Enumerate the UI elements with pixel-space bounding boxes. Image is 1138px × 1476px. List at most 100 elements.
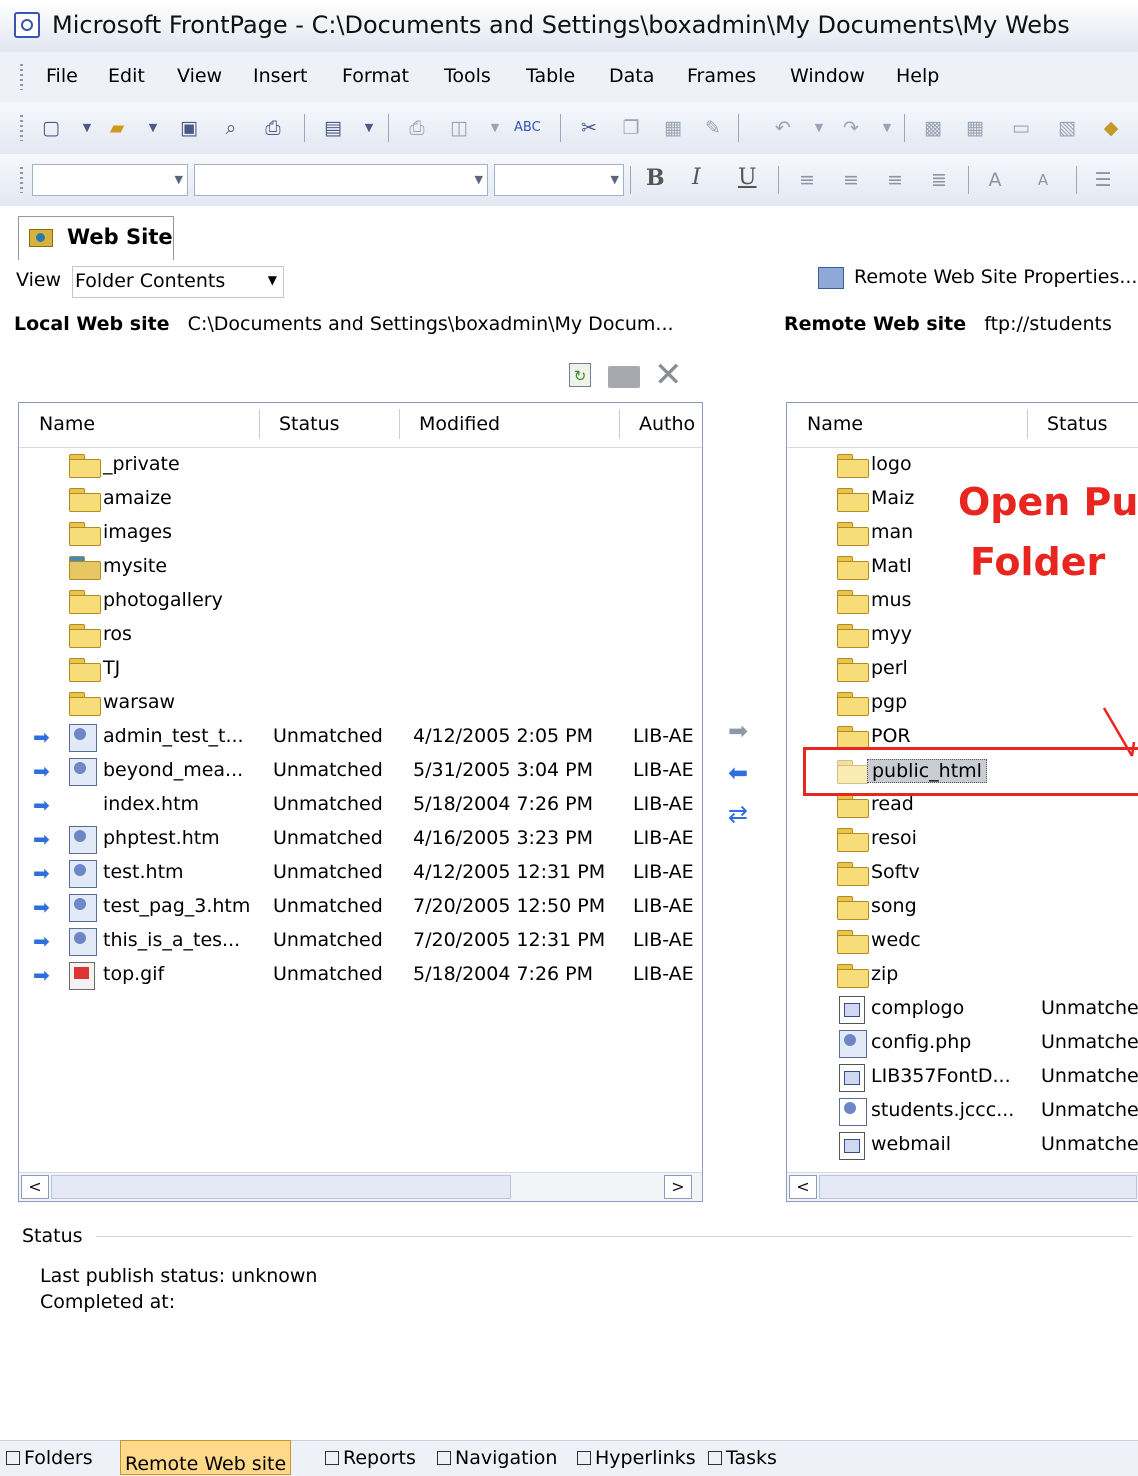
print-icon[interactable]: ⎙ [404,115,430,141]
scroll-left-button[interactable]: < [21,1175,49,1199]
menu-frames[interactable]: Frames [687,65,756,87]
list-item-folder[interactable]: warsaw [19,687,702,721]
table-row[interactable]: ➡ top.gif Unmatched 5/18/2004 7:26 PM LIB-AE [19,959,702,993]
italic-button[interactable]: I [692,165,701,190]
menu-view[interactable]: View [177,65,222,87]
list-item-folder[interactable]: resoi [787,823,1138,857]
list-item-folder[interactable]: zip [787,959,1138,993]
table-row[interactable]: ➡ index.htm Unmatched 5/18/2004 7:26 PM LIB-… [19,789,702,823]
decrease-font-icon[interactable]: A [1030,167,1056,193]
col-name[interactable]: Name [807,413,863,435]
paste-icon[interactable]: ▦ [660,115,686,141]
download-arrow-icon[interactable]: ⬅ [728,759,748,787]
preview-icon[interactable]: ◫ [446,115,472,141]
web-component-icon[interactable]: ▩ [920,115,946,141]
menu-format[interactable]: Format [342,65,409,87]
remote-horizontal-scrollbar[interactable]: < [787,1172,1138,1201]
table-row[interactable]: complogo Unmatche [787,993,1138,1027]
drawing-icon[interactable]: ◆ [1098,115,1124,141]
insert-layer-icon[interactable]: ▭ [1008,115,1034,141]
list-item-folder[interactable]: pgp [787,687,1138,721]
bold-button[interactable]: B [646,165,665,191]
col-status[interactable]: Status [279,413,340,435]
col-name[interactable]: Name [39,413,95,435]
list-item-folder[interactable]: _private [19,449,702,483]
toggle-pane-icon[interactable]: ▤ [320,115,346,141]
menu-edit[interactable]: Edit [108,65,145,87]
table-row[interactable]: ➡ test_pag_3.htm Unmatched 7/20/2005 12:50 … [19,891,702,925]
view-folders-button[interactable]: Folders [6,1447,93,1469]
preview-dropdown-icon[interactable]: ▼ [482,115,508,141]
menu-table[interactable]: Table [526,65,575,87]
open-dropdown-icon[interactable]: ▼ [140,115,166,141]
insert-table-icon[interactable]: ▦ [962,115,988,141]
scroll-thumb[interactable] [819,1175,1137,1199]
list-item-folder[interactable]: amaize [19,483,702,517]
menu-data[interactable]: Data [609,65,654,87]
list-item-folder[interactable]: images [19,517,702,551]
menubar-grip[interactable] [20,64,23,90]
view-select[interactable]: Folder Contents ▼ [72,266,284,298]
underline-button[interactable]: U [738,165,757,190]
synchronize-icon[interactable]: ⇄ [728,800,748,828]
new-folder-icon[interactable] [608,366,640,388]
pane-dropdown-icon[interactable]: ▼ [356,115,382,141]
font-select[interactable]: ▼ [194,164,488,196]
view-remote-web-site-button[interactable]: Remote Web site [120,1440,292,1475]
undo-dropdown-icon[interactable]: ▼ [806,115,832,141]
table-row[interactable]: ➡ beyond_mea... Unmatched 5/31/2005 3:04 PM… [19,755,702,789]
font-size-select[interactable]: ▼ [494,164,624,196]
list-item-folder[interactable]: mus [787,585,1138,619]
redo-dropdown-icon[interactable]: ▼ [874,115,900,141]
scroll-right-button[interactable]: > [664,1175,692,1199]
tab-web-site[interactable]: Web Site [18,216,174,260]
search-icon[interactable]: ⌕ [218,115,244,141]
menu-help[interactable]: Help [896,65,939,87]
undo-icon[interactable]: ↶ [770,115,796,141]
insert-picture-icon[interactable]: ▧ [1054,115,1080,141]
scroll-left-button[interactable]: < [789,1175,817,1199]
local-file-list[interactable]: Name Status Modified Autho _private amaiz… [18,402,703,1202]
col-status[interactable]: Status [1047,413,1108,435]
scroll-thumb[interactable] [51,1175,511,1199]
view-tasks-button[interactable]: Tasks [708,1447,777,1469]
increase-font-icon[interactable]: A [982,167,1008,193]
spelling-icon[interactable]: ABC [514,115,541,141]
list-item-folder[interactable]: TJ [19,653,702,687]
upload-arrow-icon[interactable]: ➡ [728,717,748,745]
align-center-icon[interactable]: ≡ [838,167,864,193]
local-horizontal-scrollbar[interactable]: < > [19,1172,702,1201]
format-painter-icon[interactable]: ✎ [700,115,726,141]
menu-window[interactable]: Window [790,65,865,87]
new-dropdown-icon[interactable]: ▼ [74,115,100,141]
list-item-folder[interactable]: myy [787,619,1138,653]
table-row[interactable]: webmail Unmatche [787,1129,1138,1163]
align-left-icon[interactable]: ≡ [794,167,820,193]
justify-icon[interactable]: ≣ [926,167,952,193]
col-author[interactable]: Autho [639,413,695,435]
toolbar-grip[interactable] [20,167,23,193]
list-item-folder[interactable]: mysite [19,551,702,585]
menu-insert[interactable]: Insert [253,65,308,87]
list-item-folder[interactable]: Softv [787,857,1138,891]
publish-icon[interactable]: ⎙ [260,115,286,141]
menu-tools[interactable]: Tools [444,65,491,87]
table-row[interactable]: ➡ this_is_a_tes... Unmatched 7/20/2005 12:3… [19,925,702,959]
table-row[interactable]: ➡ test.htm Unmatched 4/12/2005 12:31 PM LIB-… [19,857,702,891]
table-row[interactable]: ➡ admin_test_t... Unmatched 4/12/2005 2:05 … [19,721,702,755]
redo-icon[interactable]: ↷ [838,115,864,141]
view-hyperlinks-button[interactable]: Hyperlinks [577,1447,696,1469]
copy-icon[interactable]: ❐ [618,115,644,141]
refresh-icon[interactable]: ↻ [569,363,591,387]
list-item-folder[interactable]: perl [787,653,1138,687]
delete-icon[interactable]: ✕ [654,357,683,393]
col-modified[interactable]: Modified [419,413,500,435]
list-item-folder[interactable]: photogallery [19,585,702,619]
table-row[interactable]: LIB357FontD... Unmatche [787,1061,1138,1095]
table-row[interactable]: config.php Unmatche [787,1027,1138,1061]
list-item-folder[interactable]: song [787,891,1138,925]
style-select[interactable]: ▼ [32,164,188,196]
menu-file[interactable]: File [46,65,78,87]
new-page-icon[interactable]: ▢ [38,115,64,141]
align-right-icon[interactable]: ≡ [882,167,908,193]
